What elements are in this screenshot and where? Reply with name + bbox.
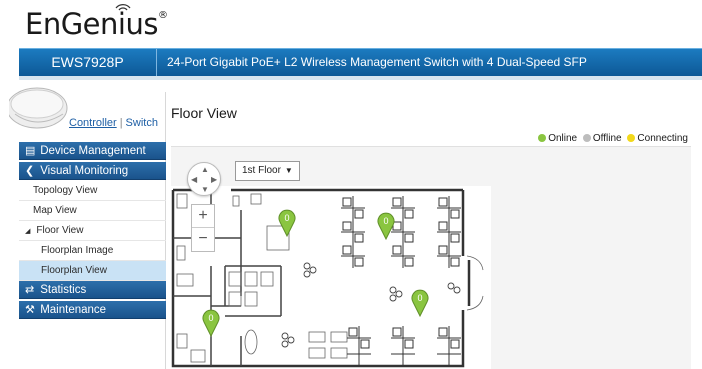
- nav-statistics-label: Statistics: [40, 284, 87, 296]
- marker-count: 0: [208, 313, 213, 323]
- access-point-marker[interactable]: 0: [202, 309, 220, 337]
- wifi-icon: [115, 4, 131, 11]
- access-point-marker[interactable]: 0: [377, 212, 395, 240]
- header-shadow: [19, 76, 702, 80]
- nav-floorplan-image[interactable]: Floorplan Image: [19, 241, 166, 261]
- pan-control[interactable]: ▲ ▼ ◀ ▶: [187, 162, 221, 196]
- access-point-marker[interactable]: 0: [278, 209, 296, 237]
- engenius-logo: EnGenius®: [25, 4, 168, 49]
- pan-right-icon[interactable]: ▶: [211, 175, 217, 184]
- access-point-device-icon: [9, 87, 68, 129]
- access-point-marker[interactable]: 0: [411, 289, 429, 317]
- nav-topology-view[interactable]: Topology View: [19, 181, 166, 201]
- mode-switcher: Controller | Switch: [69, 117, 158, 129]
- offline-dot-icon: [582, 134, 591, 142]
- sidebar: Controller | Switch ▤ Device Management ❮ …: [9, 87, 166, 369]
- nav-floorplan-view[interactable]: Floorplan View: [19, 261, 166, 281]
- connecting-dot-icon: [627, 134, 636, 142]
- zoom-in-button[interactable]: +: [192, 205, 214, 228]
- switch-link[interactable]: Switch: [126, 117, 158, 129]
- device-management-icon: ▤: [25, 145, 36, 157]
- nav-visual-monitoring-label: Visual Monitoring: [40, 165, 129, 177]
- legend-online: Online: [548, 133, 578, 144]
- marker-count: 0: [383, 216, 388, 226]
- zoom-control: + −: [191, 204, 215, 252]
- marker-count: 0: [284, 213, 289, 223]
- floor-selector-value: 1st Floor: [242, 165, 281, 176]
- nav-visual-monitoring[interactable]: ❮ Visual Monitoring: [19, 162, 166, 180]
- online-dot-icon: [538, 134, 547, 142]
- nav-maintenance-label: Maintenance: [40, 304, 107, 316]
- floor-selector[interactable]: 1st Floor ▼: [235, 161, 300, 181]
- nav-floor-view-label: Floor View: [36, 225, 84, 236]
- model-name: EWS7928P: [19, 49, 157, 76]
- pan-left-icon[interactable]: ◀: [191, 175, 197, 184]
- brand-name: EnGenius: [25, 7, 158, 41]
- legend-offline: Offline: [592, 133, 622, 144]
- floorplan-image[interactable]: [171, 186, 491, 369]
- trademark: ®: [157, 10, 168, 21]
- page-title: Floor View: [171, 105, 237, 121]
- pan-down-icon[interactable]: ▼: [201, 185, 209, 194]
- status-legend: Online Offline Connecting: [538, 133, 688, 144]
- zoom-out-button[interactable]: −: [192, 228, 214, 251]
- nav-map-view[interactable]: Map View: [19, 201, 166, 221]
- nav-device-management[interactable]: ▤ Device Management: [19, 142, 166, 160]
- triangle-down-icon: ◢: [25, 228, 31, 235]
- dropdown-arrow-icon: ▼: [284, 166, 293, 175]
- nav-floor-view[interactable]: ◢ Floor View: [19, 221, 166, 241]
- nav-map-view-label: Map View: [33, 205, 77, 216]
- mode-separator: |: [119, 117, 123, 129]
- pan-up-icon[interactable]: ▲: [201, 165, 209, 174]
- marker-count: 0: [417, 293, 422, 303]
- nav-floorplan-view-label: Floorplan View: [41, 265, 107, 276]
- nav-maintenance[interactable]: ⚒ Maintenance: [19, 301, 166, 319]
- floorplan-canvas[interactable]: 0 0 0 0 ▲ ▼ ◀ ▶ + − 1st Floor ▼: [171, 146, 691, 369]
- nav-device-management-label: Device Management: [40, 145, 146, 157]
- header-band: EWS7928P 24-Port Gigabit PoE+ L2 Wireles…: [19, 48, 702, 76]
- share-icon: ❮: [25, 165, 35, 177]
- nav-floorplan-image-label: Floorplan Image: [41, 245, 114, 256]
- statistics-icon: ⇄: [25, 284, 35, 296]
- wrench-icon: ⚒: [25, 304, 35, 316]
- nav-statistics[interactable]: ⇄ Statistics: [19, 281, 166, 299]
- model-description: 24-Port Gigabit PoE+ L2 Wireless Managem…: [167, 55, 587, 69]
- nav-topology-view-label: Topology View: [33, 185, 98, 196]
- controller-link[interactable]: Controller: [69, 117, 117, 129]
- legend-connecting: Connecting: [637, 133, 688, 144]
